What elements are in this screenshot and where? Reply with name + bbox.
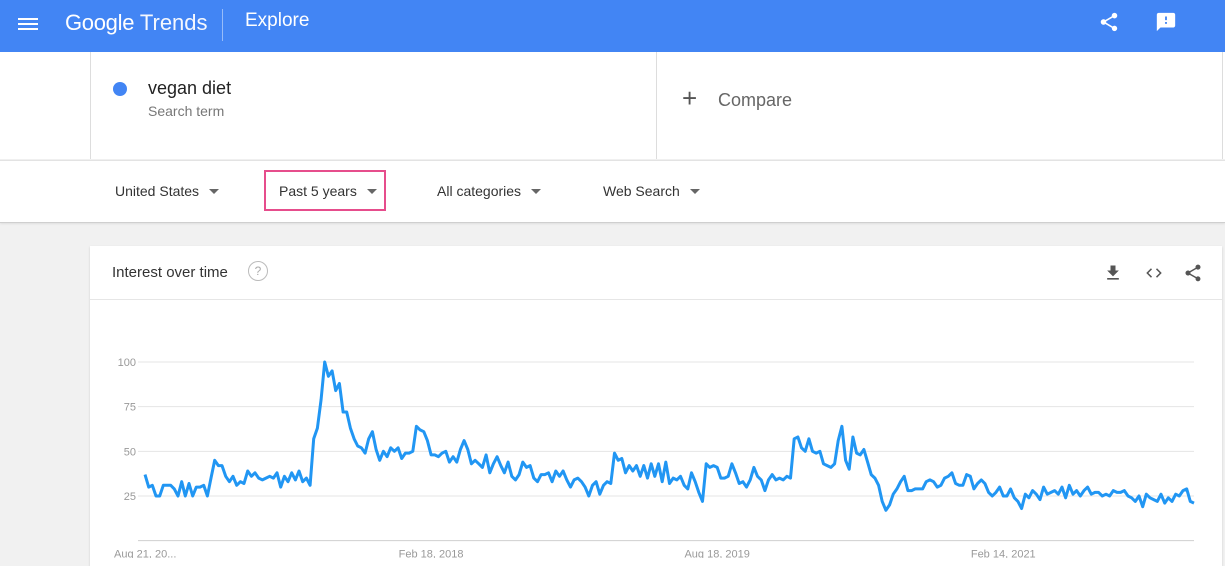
region-label: United States	[115, 183, 200, 199]
card-header: Interest over time ?	[90, 246, 1222, 300]
region-dropdown[interactable]: United States	[115, 183, 220, 199]
logo-brand-text: Google	[65, 10, 135, 35]
x-tick-label: Feb 18, 2018	[399, 549, 464, 558]
x-tick-label: Aug 21, 20...	[114, 549, 176, 558]
time-range-label: Past 5 years	[279, 183, 357, 199]
top-app-bar: Google Trends Explore	[0, 0, 1225, 52]
feedback-icon[interactable]	[1155, 11, 1177, 33]
search-term-type: Search term	[148, 103, 225, 119]
y-tick-label: 25	[124, 491, 136, 503]
chevron-down-icon	[531, 188, 542, 194]
search-term-card[interactable]: vegan diet Search term	[90, 52, 657, 159]
compare-button[interactable]: + Compare	[656, 52, 1223, 159]
category-dropdown[interactable]: All categories	[437, 183, 542, 199]
logo-product-text: Trends	[139, 10, 208, 35]
compare-label: Compare	[718, 90, 793, 110]
search-type-dropdown[interactable]: Web Search	[603, 183, 700, 199]
header-divider	[222, 9, 223, 41]
embed-code-icon[interactable]	[1144, 263, 1164, 283]
chevron-down-icon	[689, 188, 700, 194]
share-icon[interactable]	[1098, 11, 1120, 33]
search-terms-panel: vegan diet Search term + Compare	[0, 52, 1225, 159]
y-tick-label: 75	[124, 402, 136, 414]
y-tick-label: 100	[118, 357, 136, 369]
interest-over-time-card: Interest over time ? 25 50 75 100 Aug 21, 20…	[90, 246, 1222, 566]
card-title: Interest over time	[112, 264, 228, 281]
interest-line-chart: 25 50 75 100 Aug 21, 20... Feb 18, 2018 Aug 18…	[114, 357, 1195, 558]
download-icon[interactable]	[1103, 263, 1123, 283]
search-type-label: Web Search	[603, 183, 680, 199]
filter-bar: United States Past 5 years All categorie…	[0, 160, 1225, 223]
menu-icon[interactable]	[18, 15, 38, 33]
page-title: Explore	[245, 10, 310, 31]
y-tick-label: 50	[124, 446, 136, 458]
x-tick-label: Aug 18, 2019	[684, 549, 749, 558]
category-label: All categories	[437, 183, 522, 199]
term-color-dot	[113, 82, 127, 96]
series-line-vegan-diet[interactable]	[143, 360, 1195, 512]
help-icon[interactable]: ?	[248, 261, 268, 281]
time-range-dropdown[interactable]: Past 5 years	[279, 183, 377, 199]
google-trends-logo[interactable]: Google Trends	[65, 10, 208, 36]
chevron-down-icon	[209, 188, 220, 194]
chevron-down-icon	[366, 188, 377, 194]
share-icon[interactable]	[1183, 263, 1203, 283]
x-tick-label: Feb 14, 2021	[971, 549, 1036, 558]
search-term-name[interactable]: vegan diet	[148, 78, 231, 99]
plus-icon: +	[682, 83, 698, 113]
